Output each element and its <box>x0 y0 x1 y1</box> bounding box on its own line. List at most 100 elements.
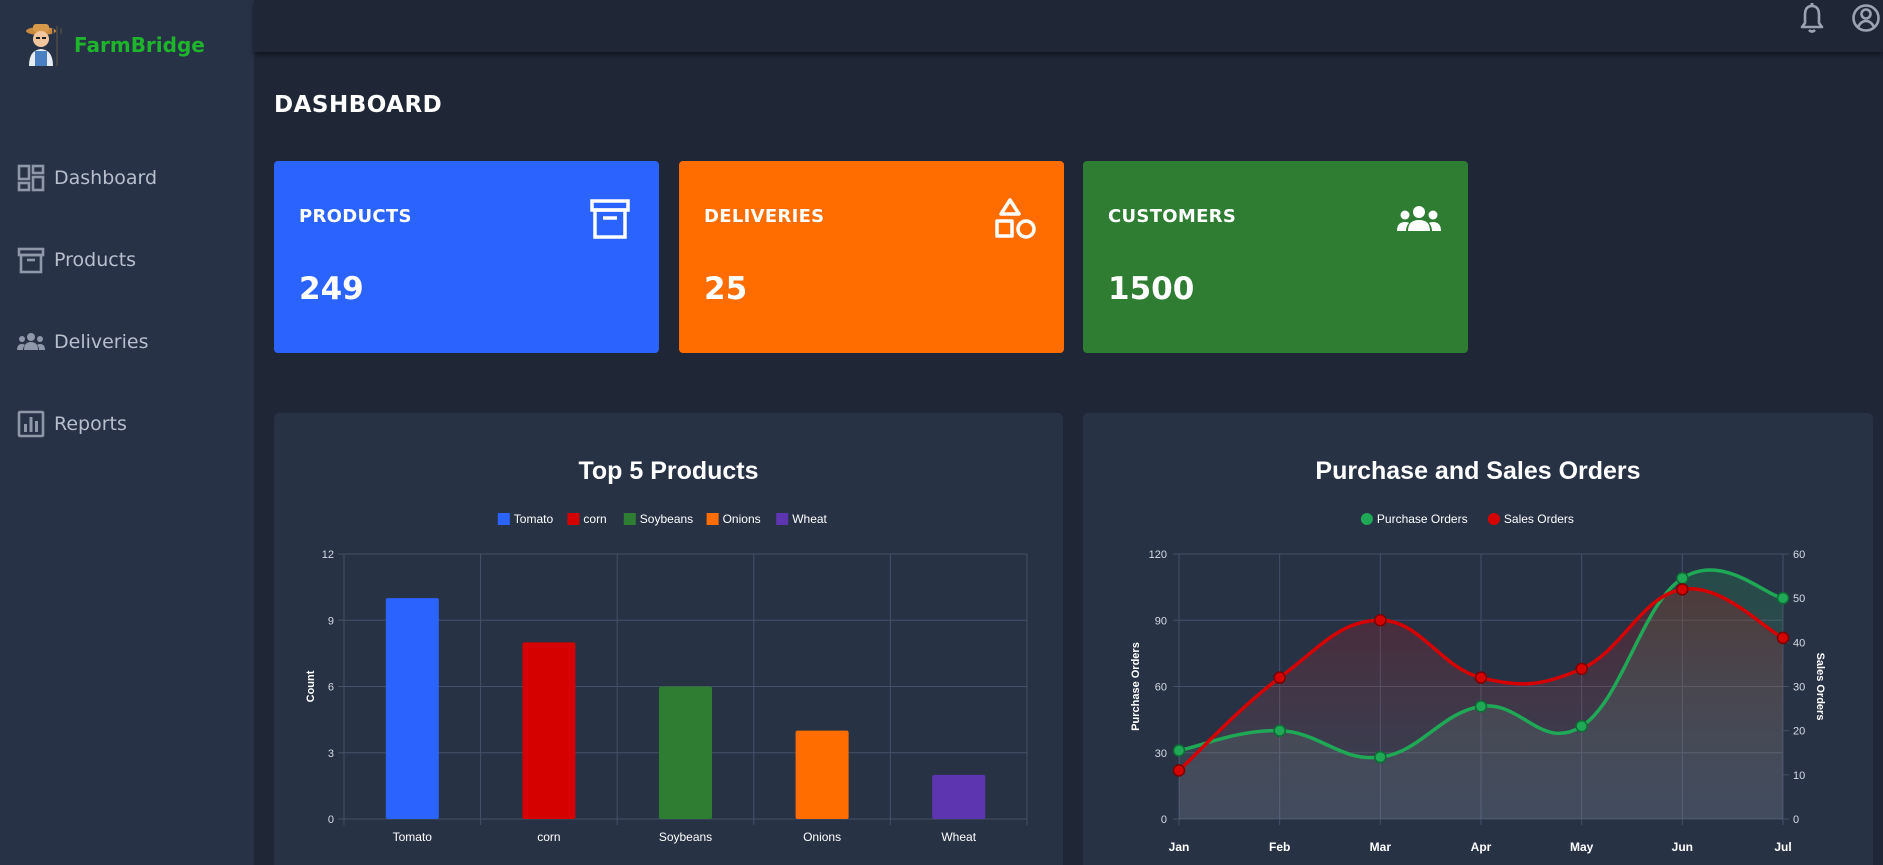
users-group-icon <box>17 333 45 350</box>
data-point <box>1776 591 1790 605</box>
card-title: DELIVERIES <box>704 206 825 227</box>
legend-label: Soybeans <box>640 512 693 526</box>
y-axis-label-left: Purchase Orders <box>1130 642 1142 731</box>
bar <box>522 642 576 819</box>
bar <box>795 730 849 819</box>
data-point <box>1575 662 1588 676</box>
x-tick-label: Tomato <box>393 830 433 844</box>
y-axis-label: Count <box>305 670 317 702</box>
x-tick-label: Jun <box>1672 840 1693 854</box>
sidebar-item-label: Dashboard <box>54 167 158 189</box>
sidebar: FarmBridge Dashboard Products Deliveries… <box>0 0 254 865</box>
page-title: DASHBOARD <box>274 92 443 118</box>
y-tick-label: 0 <box>328 814 334 826</box>
y-tick-label: 9 <box>328 615 334 627</box>
sidebar-item-dashboard[interactable]: Dashboard <box>0 154 254 202</box>
farmer-icon <box>26 24 62 66</box>
legend-swatch <box>1487 513 1500 525</box>
x-tick-label: Jan <box>1169 840 1190 854</box>
sidebar-item-label: Deliveries <box>54 331 149 353</box>
sidebar-item-products[interactable]: Products <box>0 236 254 284</box>
legend-swatch <box>567 513 580 525</box>
y-tick-label-left: 120 <box>1149 549 1167 561</box>
orders-line-chart: Purchase and Sales Orders Purchase Orders… <box>1130 457 1826 854</box>
bar <box>385 598 439 819</box>
y-tick-label-left: 30 <box>1155 748 1167 760</box>
legend-label: Purchase Orders <box>1377 512 1468 526</box>
x-tick-label: Soybeans <box>659 830 712 844</box>
top-bar <box>254 0 1883 52</box>
x-tick-label: corn <box>537 830 560 844</box>
data-point <box>1676 572 1689 585</box>
users-group-icon <box>1397 206 1441 231</box>
x-tick-label: Wheat <box>941 830 976 844</box>
legend-swatch <box>1360 513 1373 525</box>
card-title: PRODUCTS <box>299 206 412 227</box>
card-title: CUSTOMERS <box>1108 206 1237 227</box>
y-tick-label-right: 10 <box>1793 770 1805 782</box>
deliveries-card[interactable]: DELIVERIES 25 <box>679 161 1064 353</box>
data-point <box>1172 744 1186 757</box>
y-tick-label-left: 60 <box>1155 682 1167 694</box>
y-tick-label-left: 90 <box>1155 615 1167 627</box>
legend-swatch <box>497 513 510 525</box>
archive-box-icon <box>590 199 630 239</box>
data-point <box>1172 764 1186 777</box>
top-products-bar-chart: Top 5 Products Tomato corn Soybeans Onions Wh… <box>305 457 1028 844</box>
x-tick-label: May <box>1570 840 1594 854</box>
legend-swatch <box>776 513 789 525</box>
y-tick-label: 3 <box>328 748 334 760</box>
legend-label: Tomato <box>514 512 554 526</box>
data-point <box>1474 700 1488 713</box>
x-tick-label: Onions <box>803 830 841 844</box>
sidebar-item-reports[interactable]: Reports <box>0 400 254 448</box>
y-tick-label: 12 <box>322 549 334 561</box>
y-tick-label-right: 40 <box>1793 637 1805 649</box>
legend-swatch <box>623 513 636 525</box>
card-value: 25 <box>704 271 748 307</box>
y-tick-label-right: 0 <box>1793 814 1799 826</box>
data-point <box>1374 750 1387 764</box>
legend-label: Sales Orders <box>1504 512 1574 526</box>
legend-label: Wheat <box>792 512 827 526</box>
card-value: 1500 <box>1108 271 1195 307</box>
bar <box>659 686 712 819</box>
bar <box>932 774 986 819</box>
y-tick-label-right: 30 <box>1793 682 1805 694</box>
legend-label: corn <box>583 512 606 526</box>
dashboard-icon <box>17 164 45 192</box>
x-tick-label: Mar <box>1370 840 1392 854</box>
y-tick-label-left: 0 <box>1161 814 1167 826</box>
data-point <box>1474 671 1488 684</box>
chart-title: Top 5 Products <box>578 457 758 485</box>
card-value: 249 <box>299 271 364 307</box>
y-tick-label: 6 <box>328 682 334 694</box>
y-tick-label-right: 60 <box>1793 549 1805 561</box>
data-point <box>1575 720 1588 733</box>
brand[interactable]: FarmBridge <box>22 22 205 68</box>
data-point <box>1273 724 1286 737</box>
data-point <box>1273 671 1286 684</box>
y-axis-label-right: Sales Orders <box>1814 653 1826 721</box>
bell-icon[interactable] <box>1797 2 1827 34</box>
bar-report-icon <box>17 410 45 438</box>
data-point <box>1776 631 1790 645</box>
chart-title: Purchase and Sales Orders <box>1315 457 1640 485</box>
sidebar-item-deliveries[interactable]: Deliveries <box>0 318 254 366</box>
x-tick-label: Jul <box>1774 840 1791 854</box>
x-tick-label: Apr <box>1471 840 1492 854</box>
sidebar-item-label: Products <box>54 249 137 271</box>
customers-card[interactable]: CUSTOMERS 1500 <box>1083 161 1468 353</box>
legend-swatch <box>706 513 719 525</box>
products-card[interactable]: PRODUCTS 249 <box>274 161 659 353</box>
x-tick-label: Feb <box>1269 840 1290 854</box>
shapes-icon <box>995 198 1036 239</box>
archive-box-icon <box>17 247 45 274</box>
y-tick-label-right: 50 <box>1793 593 1805 605</box>
legend-label: Onions <box>723 512 761 526</box>
y-tick-label-right: 20 <box>1793 726 1805 738</box>
account-circle-icon[interactable] <box>1851 2 1881 34</box>
data-point <box>1374 614 1387 627</box>
sidebar-item-label: Reports <box>54 413 127 435</box>
data-point <box>1676 583 1689 596</box>
